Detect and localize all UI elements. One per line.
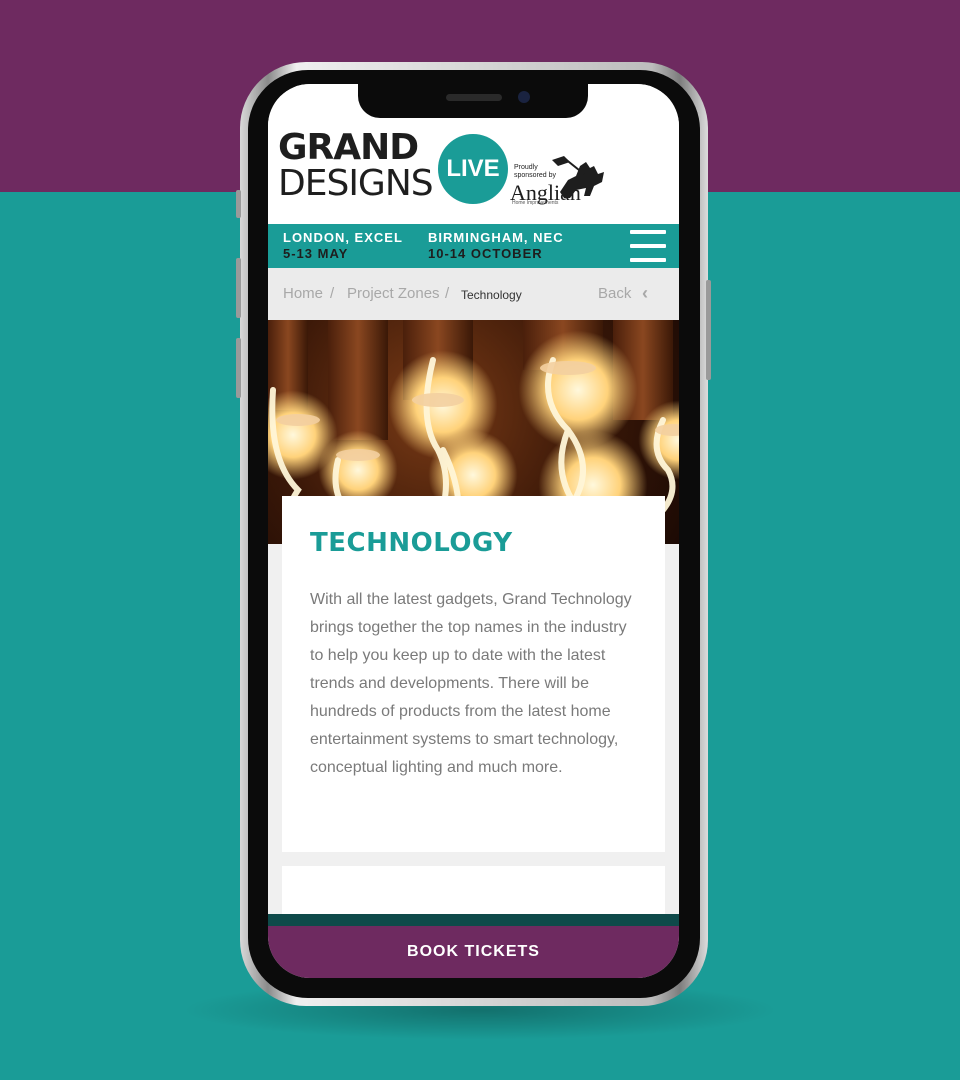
phone-notch	[358, 80, 588, 118]
page-title: TECHNOLOGY	[310, 528, 513, 558]
logo-designs[interactable]: DESIGNS	[278, 166, 434, 202]
event-bar: LONDON, EXCEL 5-13 MAY BIRMINGHAM, NEC 1…	[268, 224, 679, 268]
content-card: TECHNOLOGY With all the latest gadgets, …	[282, 496, 665, 852]
book-tickets-button[interactable]: BOOK TICKETS	[268, 926, 679, 978]
phone-volume-down	[236, 338, 241, 398]
logo-grand[interactable]: GRAND	[278, 130, 419, 166]
breadcrumb-current: Technology	[461, 288, 522, 302]
footer-divider	[268, 914, 679, 926]
chevron-left-icon[interactable]: ‹	[642, 283, 648, 304]
breadcrumb-home[interactable]: Home	[283, 285, 323, 302]
speaker-icon	[446, 94, 502, 101]
phone-screen: GRAND DESIGNS LIVE Proudly sponsored by …	[268, 84, 679, 978]
event-city-london[interactable]: LONDON, EXCEL	[283, 230, 403, 246]
breadcrumb: Home / Project Zones / Technology Back ‹	[268, 268, 679, 320]
event-city-birmingham[interactable]: BIRMINGHAM, NEC	[428, 230, 564, 246]
breadcrumb-separator: /	[445, 285, 450, 302]
hamburger-menu-icon[interactable]	[630, 230, 666, 262]
breadcrumb-separator: /	[330, 285, 335, 302]
sponsor-sub: Home Improvements	[512, 200, 559, 206]
breadcrumb-project-zones[interactable]: Project Zones	[347, 285, 440, 302]
phone-volume-up	[236, 258, 241, 318]
event-date-birmingham[interactable]: 10-14 OCTOBER	[428, 246, 543, 262]
event-date-london[interactable]: 5-13 MAY	[283, 246, 348, 262]
page-description: With all the latest gadgets, Grand Techn…	[310, 591, 632, 776]
camera-icon	[518, 91, 530, 103]
live-badge: LIVE	[438, 134, 508, 204]
phone-mute-switch	[236, 190, 241, 218]
back-link[interactable]: Back	[598, 285, 631, 302]
phone-power-button	[706, 280, 711, 380]
